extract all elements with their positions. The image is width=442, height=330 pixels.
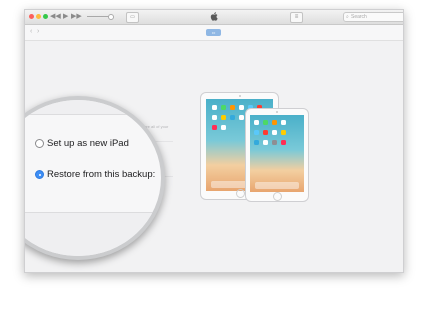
- search-icon: ⌕: [346, 14, 349, 20]
- ipad-illustration-small: [245, 108, 309, 202]
- forward-arrow[interactable]: ›: [37, 28, 39, 35]
- itunes-window: ◀◀ ▶ ▶▶ ▭ ≡ ⌕ Search ‹ › ▭ to restore al…: [24, 9, 404, 273]
- play-button[interactable]: ▶: [63, 13, 68, 21]
- zoom-button[interactable]: [43, 14, 48, 19]
- device-button[interactable]: ▭: [206, 29, 221, 36]
- home-button-icon: [235, 189, 245, 198]
- close-button[interactable]: [29, 14, 34, 19]
- divider: [25, 114, 161, 115]
- new-ipad-radio[interactable]: [35, 139, 44, 148]
- title-bar: ◀◀ ▶ ▶▶ ▭ ≡ ⌕ Search: [25, 10, 403, 25]
- home-button-icon: [273, 192, 282, 201]
- restore-backup-radio[interactable]: [35, 170, 44, 179]
- list-icon[interactable]: ≡: [290, 12, 303, 23]
- magnifier-callout: Set up as new iPad Restore from this bac…: [25, 96, 165, 260]
- rewind-button[interactable]: ◀◀: [50, 13, 61, 21]
- apple-logo-icon: [210, 12, 218, 21]
- app-grid: [254, 120, 298, 150]
- volume-slider-knob[interactable]: [108, 14, 114, 20]
- back-arrow[interactable]: ‹: [30, 28, 32, 35]
- search-input[interactable]: ⌕ Search: [343, 12, 403, 22]
- airplay-icon[interactable]: ▭: [126, 12, 139, 23]
- navigation-bar: ‹ › ▭: [25, 25, 403, 41]
- search-placeholder: Search: [351, 14, 367, 20]
- magnifier-header-band: [25, 100, 161, 114]
- restore-backup-option-label[interactable]: Restore from this backup:: [47, 169, 155, 180]
- new-ipad-option-label[interactable]: Set up as new iPad: [47, 138, 129, 149]
- camera-icon: [238, 95, 241, 97]
- magnifier-footer-band: [25, 213, 161, 256]
- minimize-button[interactable]: [36, 14, 41, 19]
- camera-icon: [276, 111, 278, 113]
- dock: [255, 182, 299, 189]
- volume-slider-track[interactable]: [87, 16, 109, 17]
- fast-forward-button[interactable]: ▶▶: [71, 13, 82, 21]
- ipad-screen: [250, 115, 304, 192]
